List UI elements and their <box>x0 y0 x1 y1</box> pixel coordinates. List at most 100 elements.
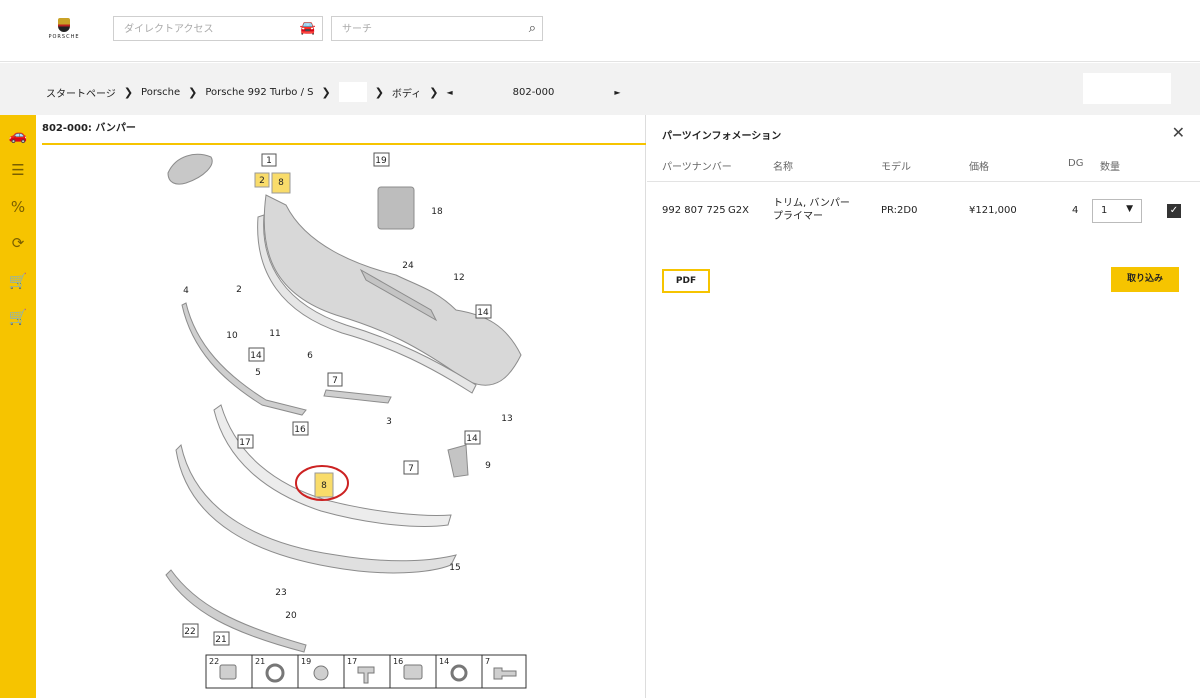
bumper-exploded-view[interactable]: 1 2 8 18 19 24 12 14 4 2 10 11 14 6 5 7 … <box>36 115 646 698</box>
part-model: PR:2D0 <box>881 205 918 216</box>
chevron-down-icon: ▼ <box>1126 204 1133 214</box>
callout-11: 11 <box>269 329 280 339</box>
chevron-right-icon: ❯ <box>374 85 384 99</box>
top-bar: PORSCHE 🚘 ⌕ <box>0 0 1200 62</box>
fastener-legend: 22 21 19 17 16 14 7 <box>205 654 527 689</box>
part-price: ¥121,000 <box>969 205 1017 216</box>
callout-21: 21 <box>215 635 226 645</box>
direct-access-input[interactable] <box>114 18 322 41</box>
search-icon[interactable]: ⌕ <box>529 21 536 36</box>
car-search-icon[interactable]: 🚘 <box>300 21 316 36</box>
breadcrumb-group-code: 802-000 <box>512 86 555 98</box>
callout-15: 15 <box>449 563 460 573</box>
callout-1: 1 <box>266 156 272 166</box>
callout-7-b: 7 <box>408 464 414 474</box>
logo-text: PORSCHE <box>48 34 80 40</box>
legend-22: 22 <box>209 657 219 666</box>
bracket-9 <box>447 444 469 478</box>
car-thumbnail <box>167 153 213 185</box>
callout-23: 23 <box>275 588 286 598</box>
breadcrumb-start[interactable]: スタートページ <box>46 85 116 100</box>
header-divider <box>647 181 1200 182</box>
pdf-button[interactable]: PDF <box>662 269 710 293</box>
callout-19: 19 <box>375 156 387 166</box>
callout-13: 13 <box>501 414 512 424</box>
breadcrumb-action-box[interactable] <box>1083 73 1171 104</box>
cart-icon[interactable]: 🛒 <box>7 271 29 291</box>
callout-22: 22 <box>184 627 195 637</box>
porsche-logo[interactable]: PORSCHE <box>42 18 86 44</box>
cart-check-icon[interactable]: 🛒 <box>7 307 29 327</box>
callout-14-b: 14 <box>250 351 262 361</box>
direct-access-field[interactable]: 🚘 <box>113 16 323 41</box>
quantity-value: 1 <box>1101 205 1108 216</box>
col-dg: DG <box>1068 158 1084 169</box>
quantity-select[interactable]: 1 ▼ <box>1092 199 1142 223</box>
part-name-line1: トリム, バンパー <box>773 198 850 209</box>
chevron-right-icon: ❯ <box>321 85 331 99</box>
parts-info-title: パーツインフォメーション <box>662 131 782 142</box>
breadcrumb-hidden[interactable] <box>338 82 367 102</box>
chevron-right-icon: ❯ <box>429 85 439 99</box>
side-strip-4 <box>181 302 307 416</box>
breadcrumb-prev-button[interactable]: ◄ <box>446 88 452 97</box>
callout-18: 18 <box>431 207 443 217</box>
diagram-panel: 802-000: バンパー 1 2 8 18 19 24 12 14 4 2 1… <box>36 115 646 698</box>
callout-2-b: 2 <box>236 285 242 295</box>
callout-8-lower: 8 <box>321 481 327 491</box>
chevron-right-icon: ❯ <box>188 85 198 99</box>
legend-21: 21 <box>255 657 265 666</box>
search-field[interactable]: ⌕ <box>331 16 543 41</box>
import-button[interactable]: 取り込み <box>1111 267 1179 292</box>
part-number: 992 807 725 <box>662 205 726 216</box>
sidebar: 🚗 ☰ % ⟳ 🛒 🛒 <box>0 115 36 698</box>
legend-14: 14 <box>439 657 449 666</box>
legend-7: 7 <box>485 657 490 666</box>
vehicle-sync-icon[interactable]: ⟳ <box>7 233 29 253</box>
callout-17: 17 <box>239 438 250 448</box>
callout-12: 12 <box>453 273 464 283</box>
select-checkbox[interactable]: ✓ <box>1167 204 1181 218</box>
close-icon[interactable]: ✕ <box>1172 123 1185 142</box>
callout-14-a: 14 <box>477 308 489 318</box>
col-model: モデル <box>881 162 911 173</box>
legend-16: 16 <box>393 657 403 666</box>
screw-icon <box>313 665 329 681</box>
callout-10: 10 <box>226 331 238 341</box>
breadcrumb: スタートページ ❯ Porsche ❯ Porsche 992 Turbo / … <box>46 82 621 102</box>
callout-7-a: 7 <box>332 376 338 386</box>
trim-3 <box>323 389 392 404</box>
part-name-line2: プライマー <box>773 211 823 222</box>
breadcrumb-body[interactable]: ボディ <box>392 85 421 100</box>
legend-19: 19 <box>301 657 311 666</box>
list-search-icon[interactable]: ☰ <box>7 160 29 180</box>
breadcrumb-next-button[interactable]: ► <box>614 88 620 97</box>
col-part-number: パーツナンバー <box>662 162 732 173</box>
callout-8-upper: 8 <box>278 178 284 188</box>
col-quantity: 数量 <box>1100 162 1120 173</box>
callout-2: 2 <box>259 176 265 186</box>
legend-17: 17 <box>347 657 357 666</box>
porsche-crest-icon <box>58 18 70 32</box>
breadcrumb-model[interactable]: Porsche 992 Turbo / S <box>205 87 313 98</box>
callout-6: 6 <box>307 351 313 361</box>
col-name: 名称 <box>773 162 793 173</box>
breadcrumb-brand[interactable]: Porsche <box>141 87 180 98</box>
breadcrumb-bar: スタートページ ❯ Porsche ❯ Porsche 992 Turbo / … <box>0 63 1200 115</box>
col-price: 価格 <box>969 162 989 173</box>
callout-20: 20 <box>285 611 297 621</box>
callout-14-c: 14 <box>466 434 478 444</box>
percent-icon[interactable]: % <box>7 197 29 217</box>
vehicle-icon[interactable]: 🚗 <box>7 125 29 145</box>
clip-icon <box>219 664 237 680</box>
nut-clip-icon <box>403 664 423 680</box>
callout-4: 4 <box>183 286 189 296</box>
callout-9: 9 <box>485 461 491 471</box>
callout-16: 16 <box>294 425 306 435</box>
part-dg: 4 <box>1072 205 1079 216</box>
part-suffix: G2X <box>728 205 749 216</box>
callout-5: 5 <box>255 368 261 378</box>
search-input[interactable] <box>332 18 542 41</box>
callout-3: 3 <box>386 417 392 427</box>
parts-info-panel: パーツインフォメーション ✕ パーツナンバー 名称 モデル 価格 DG 数量 9… <box>647 115 1200 698</box>
